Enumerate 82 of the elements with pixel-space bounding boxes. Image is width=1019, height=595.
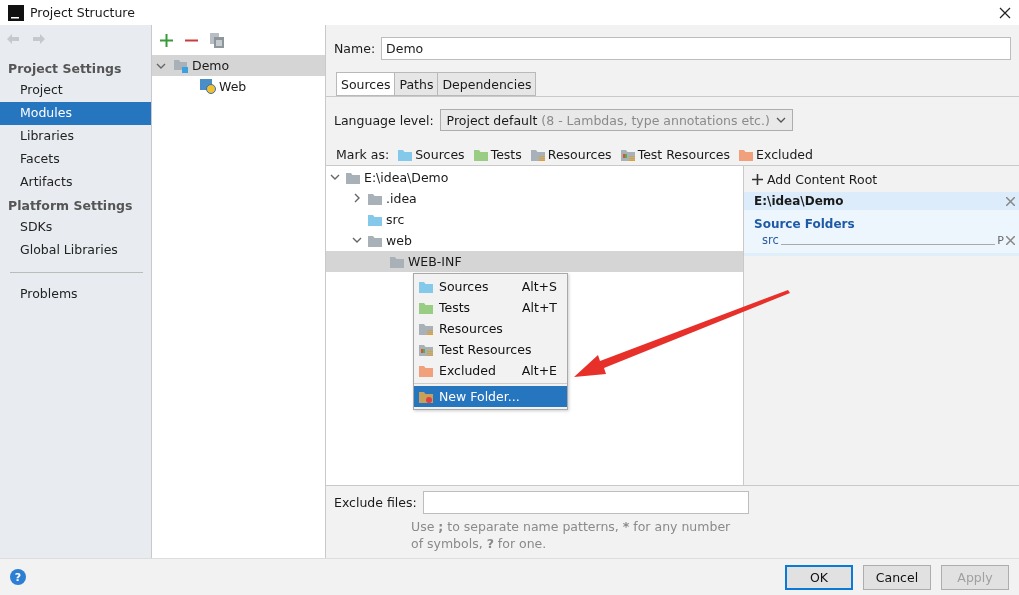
module-name: Demo	[192, 58, 230, 73]
folder-icon	[345, 170, 361, 185]
folder-icon	[389, 254, 405, 269]
tree-row[interactable]: web	[326, 230, 743, 251]
chevron-right-icon[interactable]	[352, 193, 362, 203]
folder-icon	[367, 233, 383, 248]
sidebar-item[interactable]: Facets	[0, 148, 151, 171]
folder-icon	[418, 300, 434, 315]
folder-name: web	[386, 233, 412, 248]
folder-lines-icon	[418, 321, 434, 336]
folder-name: E:\idea\Demo	[364, 170, 449, 185]
folder-name: src	[386, 212, 405, 227]
dialog-button[interactable]: Cancel	[863, 564, 931, 590]
tree-row[interactable]: src	[326, 209, 743, 230]
folder-icon	[367, 191, 383, 206]
menu-item[interactable]: Sources Alt+S	[414, 276, 567, 297]
sidebar-item[interactable]: Global Libraries	[0, 239, 151, 262]
menu-item[interactable]: Excluded Alt+E	[414, 360, 567, 381]
tree-row[interactable]: .idea	[326, 188, 743, 209]
folder-name: .idea	[386, 191, 417, 206]
chevron-down-icon[interactable]	[330, 172, 340, 182]
app-logo-icon	[8, 4, 24, 21]
sidebar-item[interactable]: Modules	[0, 102, 151, 125]
web-module-icon	[200, 79, 216, 94]
folder-icon	[418, 279, 434, 294]
exclude-files-hint: Use ; to separate name patterns, * for any number of symbols, ? for one.	[410, 518, 732, 552]
add-content-root-link[interactable]: Add Content Root	[744, 166, 1019, 192]
close-icon[interactable]	[999, 6, 1011, 19]
language-level-label: Language level:	[334, 112, 434, 128]
tab[interactable]: Sources	[336, 72, 396, 96]
language-level-dropdown[interactable]: Project default (8 - Lambdas, type annotations etc.)	[439, 109, 793, 131]
mark-as-option[interactable]: Tests	[472, 147, 522, 162]
chevron-down-icon[interactable]	[352, 235, 362, 245]
dialog-button[interactable]: OK	[785, 564, 853, 590]
folder-icon	[472, 147, 489, 162]
chevron-down-icon	[775, 116, 786, 124]
new-folder-icon	[418, 389, 434, 404]
exclude-files-field[interactable]	[422, 491, 749, 514]
module-row[interactable]: Web	[152, 76, 325, 97]
sidebar-item[interactable]: Project	[0, 79, 151, 102]
name-label: Name:	[334, 41, 376, 56]
menu-item[interactable]: Resources	[414, 318, 567, 339]
menu-item[interactable]: New Folder...	[414, 386, 567, 407]
module-row[interactable]: Demo	[152, 55, 325, 76]
folder-icon	[367, 212, 383, 227]
mark-as-label: Mark as:	[336, 147, 390, 162]
sidebar-item[interactable]: Artifacts	[0, 171, 151, 194]
mark-as-option[interactable]: Sources	[397, 147, 465, 162]
section-heading: Project Settings	[7, 60, 123, 78]
tab[interactable]: Paths	[394, 72, 439, 96]
add-icon[interactable]	[160, 33, 173, 47]
folder-lines-icon	[619, 147, 636, 162]
properties-button[interactable]: P	[997, 233, 1004, 247]
folder-lines-icon	[418, 342, 434, 357]
module-name: Web	[219, 79, 247, 94]
help-icon[interactable]: ?	[10, 569, 26, 585]
section-heading: Platform Settings	[7, 197, 134, 215]
menu-item[interactable]: Test Resources	[414, 339, 567, 360]
folder-icon	[738, 147, 755, 162]
module-folder-icon	[173, 58, 189, 73]
sidebar-item[interactable]: Libraries	[0, 125, 151, 148]
mark-as-option[interactable]: Resources	[529, 147, 612, 162]
copy-icon[interactable]	[210, 32, 224, 48]
menu-item[interactable]: Tests Alt+T	[414, 297, 567, 318]
folder-name: WEB-INF	[408, 254, 462, 269]
tab[interactable]: Dependencies	[437, 72, 537, 96]
tree-row[interactable]: WEB-INF	[326, 251, 743, 272]
sidebar-item[interactable]: Problems	[0, 283, 151, 306]
source-folders-heading: Source Folders	[753, 216, 856, 233]
mark-as-option[interactable]: Test Resources	[619, 147, 731, 162]
plus-icon	[752, 173, 763, 185]
sidebar-item[interactable]: SDKs	[0, 216, 151, 239]
content-root-path: E:\idea\Demo	[754, 194, 844, 208]
mark-as-option[interactable]: Excluded	[738, 147, 813, 162]
folder-lines-icon	[529, 147, 546, 162]
source-folder-name: src	[762, 233, 779, 247]
name-field[interactable]: Demo	[381, 37, 1011, 60]
folder-icon	[418, 363, 434, 378]
folder-icon	[397, 147, 414, 162]
tree-row[interactable]: E:\idea\Demo	[326, 167, 743, 188]
exclude-files-label: Exclude files:	[334, 495, 417, 510]
window-title: Project Structure	[30, 5, 136, 20]
